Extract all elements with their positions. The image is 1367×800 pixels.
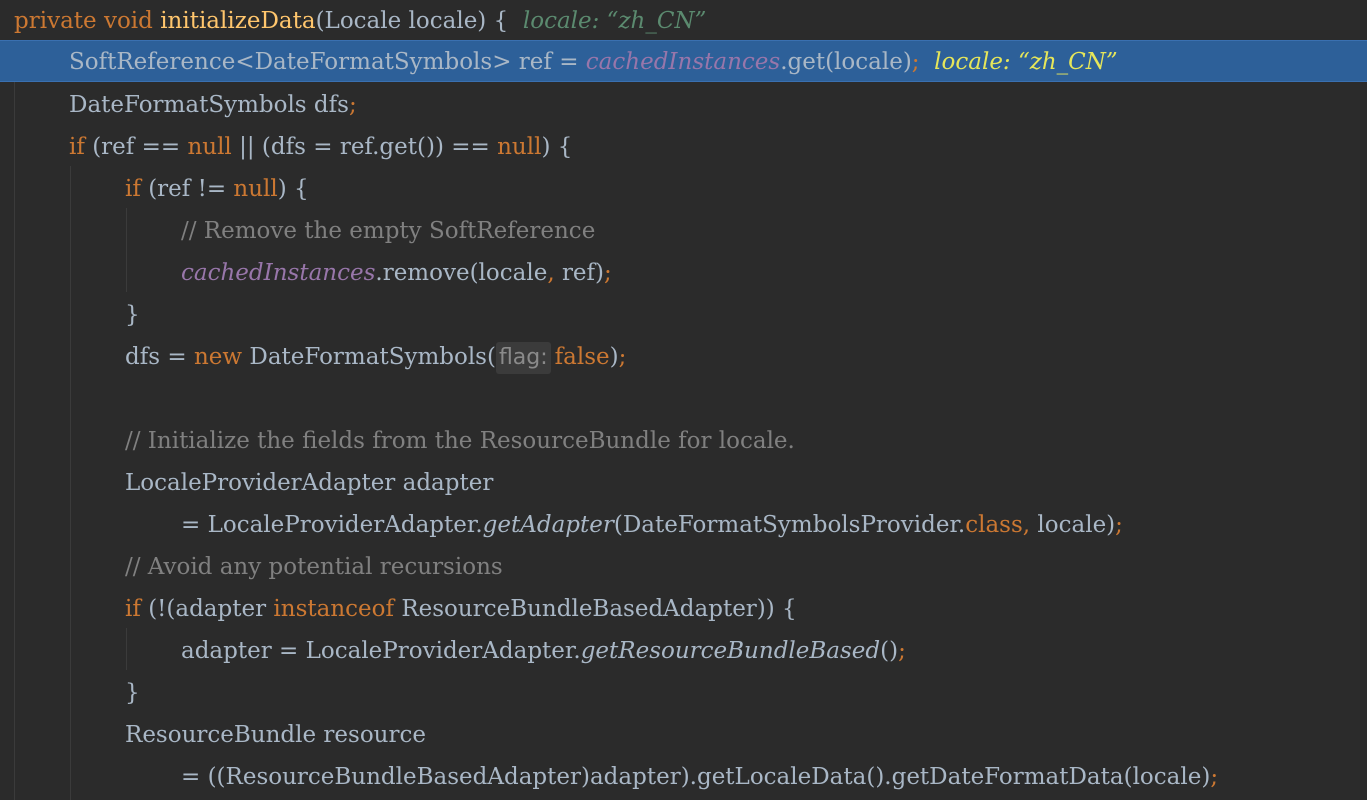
- code-token: (ref !=: [148, 176, 234, 202]
- code-token: (DateFormatSymbolsProvider.: [613, 512, 966, 538]
- punctuation-token: ,: [1022, 512, 1038, 538]
- punctuation-token: ,: [547, 260, 562, 286]
- code-line-10[interactable]: [0, 378, 1367, 420]
- code-text: adapter = LocaleProviderAdapter.getResou…: [181, 630, 906, 672]
- keyword-token: false: [554, 344, 610, 370]
- code-token: ) {: [277, 176, 309, 202]
- keyword-token: void: [103, 8, 161, 34]
- keyword-token: null: [233, 176, 278, 202]
- code-line-16[interactable]: adapter = LocaleProviderAdapter.getResou…: [0, 630, 1367, 672]
- code-token: .get(locale): [780, 49, 912, 75]
- code-line-17[interactable]: }: [0, 672, 1367, 714]
- code-line-18[interactable]: ResourceBundle resource: [0, 714, 1367, 756]
- code-line-7[interactable]: cachedInstances.remove(locale, ref);: [0, 252, 1367, 294]
- code-text: ResourceBundle resource: [125, 714, 426, 756]
- code-line-3[interactable]: DateFormatSymbols dfs;: [0, 84, 1367, 126]
- code-text: if (ref == null || (dfs = ref.get()) == …: [69, 126, 572, 168]
- code-text: // Remove the empty SoftReference: [181, 210, 595, 252]
- code-line-5[interactable]: if (ref != null) {: [0, 168, 1367, 210]
- code-token: ResourceBundleBasedAdapter)) {: [401, 596, 797, 622]
- code-token: || (dfs = ref.get()) ==: [231, 134, 498, 160]
- code-token: = LocaleProviderAdapter.: [181, 512, 483, 538]
- code-token: adapter = LocaleProviderAdapter.: [181, 638, 581, 664]
- comment-token: // Remove the empty SoftReference: [181, 218, 596, 244]
- punctuation-token: ;: [348, 92, 357, 118]
- code-text: cachedInstances.remove(locale, ref);: [181, 252, 612, 294]
- code-token: locale): [1037, 512, 1116, 538]
- code-line-9[interactable]: dfs = new DateFormatSymbols(flag: false);: [0, 336, 1367, 378]
- code-text: }: [125, 672, 140, 714]
- keyword-token: if: [125, 596, 149, 622]
- code-token: DateFormatSymbols dfs: [69, 92, 349, 118]
- code-token: DateFormatSymbols(: [249, 344, 496, 370]
- field-token: cachedInstances: [585, 49, 781, 75]
- code-text: private void initializeData(Locale local…: [14, 0, 706, 42]
- punctuation-token: ;: [604, 260, 612, 286]
- keyword-token: instanceof: [273, 596, 402, 622]
- code-token: }: [125, 302, 140, 328]
- code-text: // Initialize the fields from the Resour…: [125, 420, 795, 462]
- keyword-token: if: [125, 176, 149, 202]
- keyword-token: private: [14, 8, 104, 34]
- code-token: .remove(locale: [375, 260, 548, 286]
- code-token: SoftReference<DateFormatSymbols> ref =: [69, 49, 586, 75]
- code-line-1[interactable]: private void initializeData(Locale local…: [0, 0, 1367, 42]
- code-token: ResourceBundle resource: [125, 722, 426, 748]
- code-text: LocaleProviderAdapter adapter: [125, 462, 493, 504]
- code-line-4[interactable]: if (ref == null || (dfs = ref.get()) == …: [0, 126, 1367, 168]
- code-line-14[interactable]: // Avoid any potential recursions: [0, 546, 1367, 588]
- keyword-token: null: [497, 134, 542, 160]
- punctuation-token: ;: [618, 344, 627, 370]
- code-token: dfs =: [125, 344, 194, 370]
- code-text: if (!(adapter instanceof ResourceBundleB…: [125, 588, 797, 630]
- code-text: }: [125, 294, 140, 336]
- code-token: (!(adapter: [148, 596, 274, 622]
- keyword-token: new: [193, 344, 250, 370]
- punctuation-token: ;: [911, 49, 935, 75]
- code-line-15[interactable]: if (!(adapter instanceof ResourceBundleB…: [0, 588, 1367, 630]
- code-line-13[interactable]: = LocaleProviderAdapter.getAdapter(DateF…: [0, 504, 1367, 546]
- code-line-19[interactable]: = ((ResourceBundleBasedAdapter)adapter).…: [0, 756, 1367, 798]
- code-text: // Avoid any potential recursions: [125, 546, 503, 588]
- code-line-11[interactable]: // Initialize the fields from the Resour…: [0, 420, 1367, 462]
- code-token: (): [880, 638, 899, 664]
- code-line-12[interactable]: LocaleProviderAdapter adapter: [0, 462, 1367, 504]
- punctuation-token: ;: [1115, 512, 1123, 538]
- keyword-token: if: [69, 134, 93, 160]
- code-text: = ((ResourceBundleBasedAdapter)adapter).…: [181, 756, 1218, 798]
- code-token: (Locale locale) {: [315, 8, 523, 34]
- keyword-token: class: [965, 512, 1023, 538]
- static-method-token: getResourceBundleBased: [580, 638, 881, 664]
- comment-token: // Initialize the fields from the Resour…: [125, 428, 795, 454]
- field-token: cachedInstances: [181, 260, 376, 286]
- punctuation-token: ;: [898, 638, 906, 664]
- static-method-token: getAdapter: [482, 512, 614, 538]
- code-text: if (ref != null) {: [125, 168, 309, 210]
- code-line-8[interactable]: }: [0, 294, 1367, 336]
- code-text: dfs = new DateFormatSymbols(flag: false);: [125, 336, 626, 378]
- code-token: ) {: [541, 134, 573, 160]
- code-text: SoftReference<DateFormatSymbols> ref = c…: [69, 41, 1118, 83]
- code-editor[interactable]: private void initializeData(Locale local…: [0, 0, 1367, 800]
- method-name-token: initializeData: [160, 8, 316, 34]
- code-text: DateFormatSymbols dfs;: [69, 84, 357, 126]
- code-token: }: [125, 680, 140, 706]
- code-token: LocaleProviderAdapter adapter: [125, 470, 494, 496]
- code-token: = ((ResourceBundleBasedAdapter)adapter).…: [181, 764, 1211, 790]
- inline-debug-value: locale: “zh_CN”: [522, 8, 707, 34]
- code-token: (ref ==: [92, 134, 188, 160]
- inline-debug-value: locale: “zh_CN”: [934, 49, 1118, 75]
- code-line-6[interactable]: // Remove the empty SoftReference: [0, 210, 1367, 252]
- parameter-hint: flag:: [495, 342, 551, 374]
- code-text: = LocaleProviderAdapter.getAdapter(DateF…: [181, 504, 1123, 546]
- punctuation-token: ;: [1210, 764, 1219, 790]
- comment-token: // Avoid any potential recursions: [125, 554, 503, 580]
- code-token: ref): [561, 260, 605, 286]
- code-line-2-current-execution[interactable]: SoftReference<DateFormatSymbols> ref = c…: [0, 40, 1367, 82]
- code-token: ): [609, 344, 619, 370]
- keyword-token: null: [187, 134, 232, 160]
